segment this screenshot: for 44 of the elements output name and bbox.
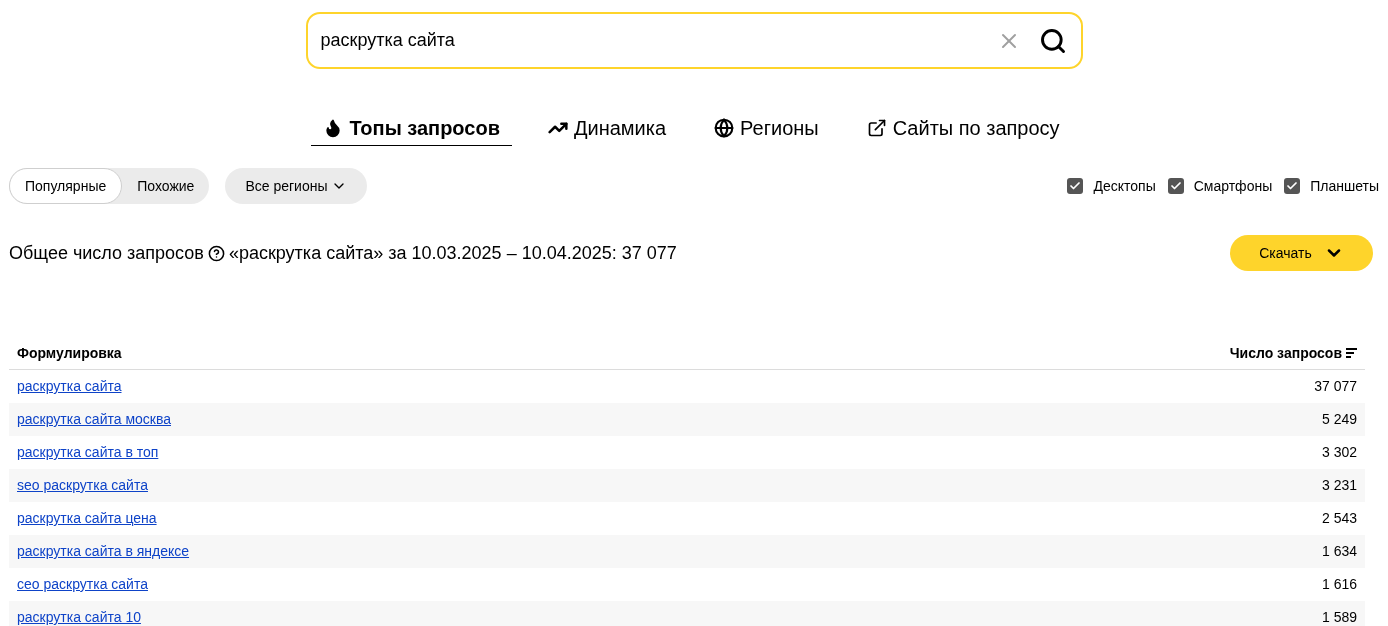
- external-link-icon: [866, 118, 887, 138]
- table-cell-text: 1 616: [1321, 575, 1357, 594]
- search-icon[interactable]: [1038, 26, 1067, 55]
- query-link[interactable]: раскрутка сайта: [17, 376, 122, 397]
- query-link[interactable]: раскрутка сайта москва: [17, 409, 171, 430]
- search-field[interactable]: раскрутка сайта: [305, 12, 1083, 69]
- check-icon: [1286, 180, 1299, 192]
- table-cell-text: 3 302: [1321, 443, 1357, 462]
- query-link[interactable]: сео раскрутка сайта: [17, 574, 148, 595]
- region-dropdown[interactable]: Все регионы: [225, 168, 368, 204]
- toggle-option[interactable]: Популярные: [9, 168, 123, 204]
- checkbox-label: Смартфоны: [1193, 176, 1273, 196]
- checkbox[interactable]: [1284, 178, 1301, 194]
- checkbox[interactable]: [1067, 178, 1084, 194]
- help-icon[interactable]: [207, 244, 225, 262]
- table-cell-text: 1 634: [1321, 542, 1357, 561]
- tab[interactable]: Топы запросов: [311, 113, 512, 146]
- table-cell-text: 1 589: [1321, 608, 1357, 626]
- query-link[interactable]: раскрутка сайта в топ: [17, 442, 159, 463]
- query-link[interactable]: раскрутка сайта 10: [17, 607, 141, 626]
- table-cell-text: 3 231: [1321, 476, 1357, 495]
- globe-icon: [714, 118, 735, 138]
- sort-icon[interactable]: [1346, 348, 1357, 358]
- table-cell-text: 2 543: [1321, 509, 1357, 528]
- column-header: Формулировка: [17, 343, 122, 363]
- tab[interactable]: Регионы: [702, 113, 831, 146]
- query-link[interactable]: раскрутка сайта цена: [17, 508, 157, 529]
- summary-label: Общее число запросов: [9, 241, 204, 265]
- search-input[interactable]: раскрутка сайта: [320, 27, 997, 54]
- query-link[interactable]: seo раскрутка сайта: [17, 475, 148, 496]
- checkbox-label: Десктопы: [1093, 176, 1156, 196]
- table-cell-text: 37 077: [1314, 377, 1357, 396]
- column-header[interactable]: Число запросов: [1229, 342, 1342, 364]
- tab[interactable]: Динамика: [535, 113, 679, 146]
- checkbox-label: Планшеты: [1310, 176, 1379, 196]
- check-icon: [1069, 180, 1082, 192]
- summary-text: «раскрутка сайта» за 10.03.2025 – 10.04.2025: 37 077: [228, 241, 677, 265]
- tab[interactable]: Сайты по запросу: [854, 113, 1072, 146]
- query-link[interactable]: раскрутка сайта в яндексе: [17, 541, 190, 562]
- check-icon: [1169, 180, 1182, 192]
- download-button[interactable]: Скачать: [1230, 235, 1373, 271]
- table-cell-text: 5 249: [1321, 410, 1357, 429]
- toggle-option[interactable]: Похожие: [122, 168, 210, 204]
- checkbox[interactable]: [1167, 178, 1184, 194]
